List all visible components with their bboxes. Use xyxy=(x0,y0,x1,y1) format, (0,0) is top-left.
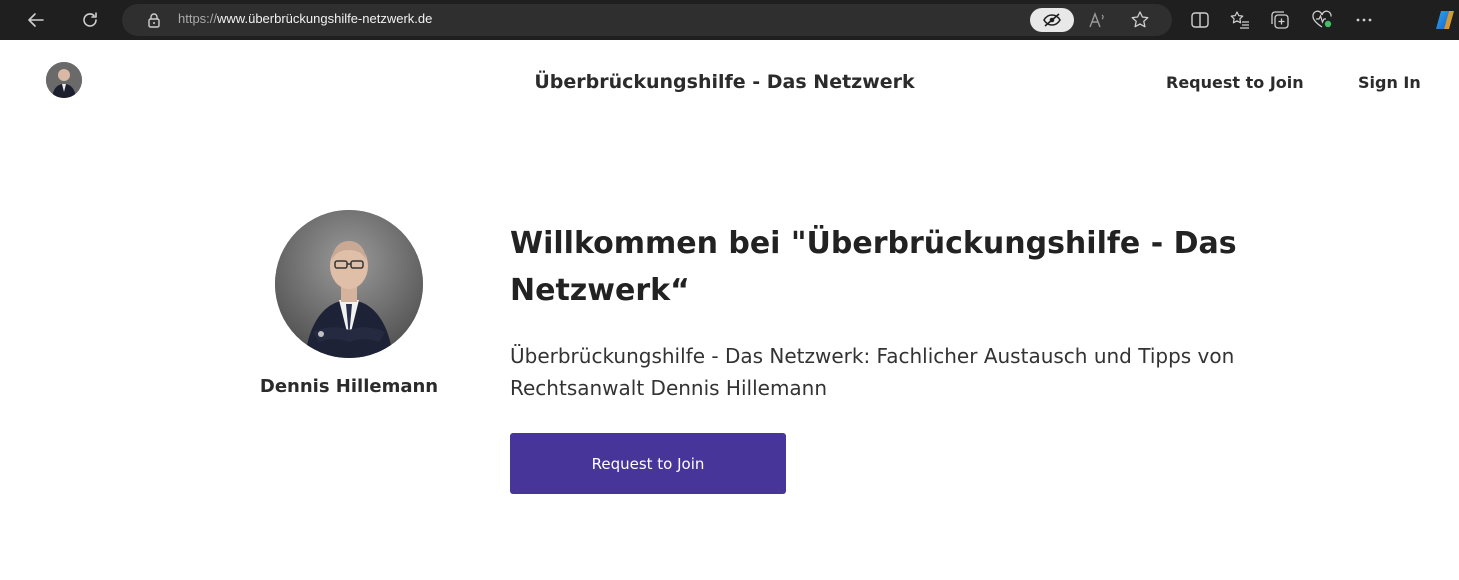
collections-icon[interactable] xyxy=(1268,8,1292,32)
browser-toolbar: https://www.überbrückungshilfe-netzwerk.… xyxy=(0,0,1459,40)
profile-photo xyxy=(275,210,423,358)
profile-name: Dennis Hillemann xyxy=(259,376,439,397)
split-screen-icon[interactable] xyxy=(1188,8,1212,32)
hero-subtitle: Überbrückungshilfe - Das Netzwerk: Fachl… xyxy=(510,344,1235,400)
hero-title: Willkommen bei "Überbrückungshilfe - Das… xyxy=(510,226,1237,308)
refresh-icon[interactable] xyxy=(78,8,102,32)
more-icon[interactable] xyxy=(1352,8,1376,32)
nav-sign-in-link[interactable]: Sign In xyxy=(1358,73,1421,92)
favorite-star-icon[interactable] xyxy=(1128,8,1152,32)
nav-request-to-join-link[interactable]: Request to Join xyxy=(1166,73,1304,92)
copilot-icon[interactable] xyxy=(1433,8,1457,32)
back-arrow-icon[interactable] xyxy=(24,8,48,32)
request-to-join-button-label: Request to Join xyxy=(591,454,705,473)
read-aloud-icon[interactable] xyxy=(1086,8,1110,32)
url-text[interactable]: https://www.überbrückungshilfe-netzwerk.… xyxy=(178,11,432,26)
lock-icon[interactable] xyxy=(142,8,166,32)
browser-essentials-icon[interactable] xyxy=(1310,8,1334,32)
request-to-join-button[interactable]: Request to Join xyxy=(510,433,786,494)
favorites-list-icon[interactable] xyxy=(1228,8,1252,32)
url-scheme: https:// xyxy=(178,11,218,26)
tracking-prevention-icon[interactable] xyxy=(1030,8,1074,32)
url-host: www.überbrückungshilfe-netzwerk.de xyxy=(217,11,433,26)
